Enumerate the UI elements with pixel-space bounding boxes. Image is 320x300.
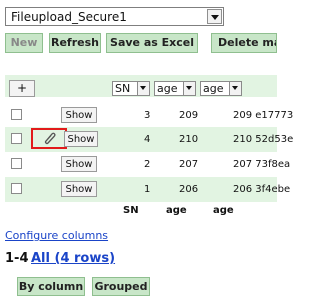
footer-sn-label: SN [123, 205, 139, 216]
new-button[interactable]: New [5, 33, 43, 53]
row-checkbox[interactable] [11, 183, 22, 194]
age-cell: 210 [179, 134, 199, 145]
sn-cell: 4 [144, 134, 151, 145]
paperclip-icon[interactable] [42, 131, 56, 145]
refresh-button[interactable]: Refresh [49, 33, 101, 53]
row-checkbox[interactable] [11, 133, 22, 144]
extra-cell: 206 3f4ebe [233, 184, 291, 195]
header-select-sn[interactable]: SN [112, 81, 150, 96]
save-as-excel-button[interactable]: Save as Excel [106, 33, 198, 53]
age-cell: 209 [179, 110, 199, 121]
show-button[interactable]: Show [64, 131, 98, 147]
chevron-down-icon[interactable] [229, 82, 241, 95]
extra-cell: 209 e17773 [233, 110, 294, 121]
paging-range: 1-4 [5, 251, 29, 266]
show-button[interactable]: Show [61, 107, 97, 123]
by-column-button[interactable]: By column [17, 277, 85, 296]
header-select-age-2-label: age [203, 82, 224, 95]
sn-cell: 3 [144, 110, 151, 121]
chevron-down-icon[interactable] [137, 82, 149, 95]
sn-cell: 1 [144, 184, 151, 195]
footer-age-2-label: age [213, 205, 234, 216]
file-select-value: Fileupload_Secure1 [11, 10, 127, 24]
row-checkbox[interactable] [11, 109, 22, 120]
footer-age-label: age [166, 205, 187, 216]
header-select-age-2[interactable]: age [200, 81, 242, 96]
file-select[interactable]: Fileupload_Secure1 [5, 7, 224, 26]
sn-cell: 2 [144, 159, 151, 170]
header-select-age-label: age [157, 82, 178, 95]
add-column-button[interactable]: + [9, 80, 35, 97]
age-cell: 206 [179, 184, 199, 195]
chevron-down-icon[interactable] [207, 9, 222, 24]
age-cell: 207 [179, 159, 199, 170]
extra-cell: 207 73f8ea [233, 159, 291, 170]
row-checkbox[interactable] [11, 158, 22, 169]
show-button[interactable]: Show [61, 181, 97, 197]
extra-cell: 210 52d53e [233, 134, 294, 145]
chevron-down-icon[interactable] [183, 82, 195, 95]
all-rows-link[interactable]: All (4 rows) [31, 251, 115, 266]
show-button[interactable]: Show [61, 156, 97, 172]
configure-columns-link[interactable]: Configure columns [5, 229, 108, 242]
grouped-button[interactable]: Grouped [92, 277, 150, 296]
delete-mark-button[interactable]: Delete mark [211, 33, 277, 53]
header-select-sn-label: SN [115, 82, 131, 95]
header-select-age[interactable]: age [154, 81, 196, 96]
